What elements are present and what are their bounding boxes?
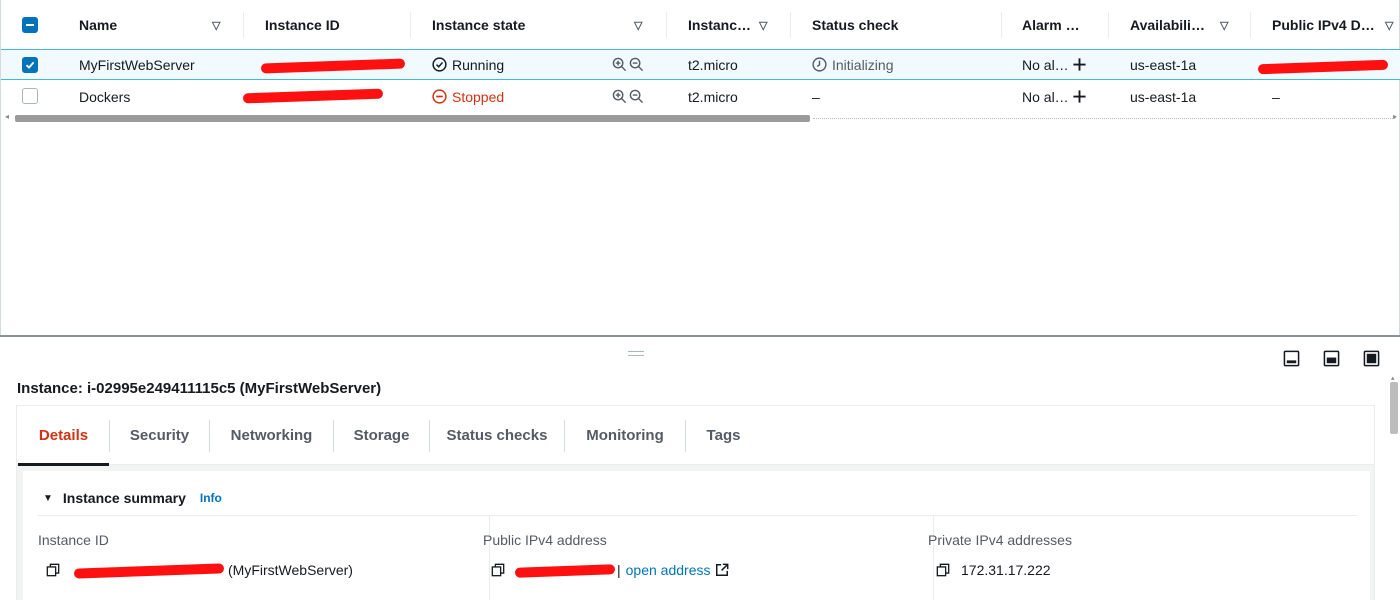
drag-handle[interactable] xyxy=(628,351,644,356)
zoom-out-icon[interactable] xyxy=(629,89,644,104)
instance-id-field: Instance ID (MyFirstWebServer) xyxy=(38,516,468,600)
private-ipv4-field: Private IPv4 addresses 172.31.17.222 xyxy=(928,516,1368,600)
public-dns: – xyxy=(1272,88,1280,105)
plus-icon[interactable] xyxy=(1072,57,1087,72)
availability-zone: us-east-1a xyxy=(1130,88,1197,105)
column-header-status-check[interactable]: Status check xyxy=(791,0,1002,50)
alarm-status: No al… xyxy=(1022,50,1087,79)
tab-status-checks[interactable]: Status checks xyxy=(430,406,564,465)
horizontal-scrollbar[interactable]: ◂ ▸ xyxy=(5,112,1397,122)
scrollbar-thumb[interactable] xyxy=(15,115,810,122)
check-circle-icon xyxy=(432,57,447,72)
zoom-controls[interactable] xyxy=(612,50,644,79)
availability-zone: us-east-1a xyxy=(1130,56,1197,73)
private-ipv4-label: Private IPv4 addresses xyxy=(928,532,1072,548)
redacted-public-ip xyxy=(513,562,617,578)
instance-id-label: Instance ID xyxy=(38,532,109,548)
column-header-instance-state[interactable]: Instance state ▽ xyxy=(411,0,667,50)
copy-icon[interactable] xyxy=(491,563,505,577)
column-header-availability-zone[interactable]: Availabili… ▽ xyxy=(1109,0,1251,50)
sort-caret-icon[interactable]: ▽ xyxy=(1220,19,1228,32)
redaction-mark xyxy=(1257,59,1389,75)
redaction-mark xyxy=(242,88,384,104)
tab-bar: Details Security Networking Storage Stat… xyxy=(17,406,1374,466)
tab-security[interactable]: Security xyxy=(110,406,209,465)
row-checkbox[interactable] xyxy=(22,57,38,73)
vertical-scrollbar[interactable]: ▴ xyxy=(1390,375,1398,600)
alarm-status: No al… xyxy=(1022,81,1087,112)
zoom-in-icon[interactable] xyxy=(612,57,627,72)
copy-icon[interactable] xyxy=(46,563,60,577)
tab-networking[interactable]: Networking xyxy=(210,406,333,465)
status-check: Initializing xyxy=(812,50,893,79)
sort-caret-icon[interactable]: ▽ xyxy=(634,19,642,32)
table-row[interactable]: MyFirstWebServer Running t2.micro Initia… xyxy=(1,49,1400,80)
tab-storage[interactable]: Storage xyxy=(334,406,429,465)
caret-down-icon[interactable]: ▼ xyxy=(43,493,53,504)
private-ipv4-value: 172.31.17.222 xyxy=(936,562,1051,578)
detail-tabs-container: Details Security Networking Storage Stat… xyxy=(16,405,1375,600)
pane-splitter[interactable] xyxy=(0,335,1400,337)
instance-state-running: Running xyxy=(432,50,504,79)
zoom-out-icon[interactable] xyxy=(629,57,644,72)
instance-state-stopped: Stopped xyxy=(432,81,504,112)
external-link-icon[interactable] xyxy=(715,563,729,577)
sort-caret-icon[interactable]: ▽ xyxy=(759,19,767,32)
select-all-checkbox[interactable] xyxy=(22,17,38,33)
instance-summary-header[interactable]: ▼ Instance summary Info xyxy=(43,490,222,506)
column-header-name[interactable]: Name ▽ xyxy=(59,0,244,50)
column-header-alarm[interactable]: Alarm … xyxy=(1002,0,1109,50)
zoom-in-icon[interactable] xyxy=(612,89,627,104)
instances-table: Name ▽ Instance ID Instance state ▽ Inst… xyxy=(0,0,1400,335)
tab-monitoring[interactable]: Monitoring xyxy=(565,406,685,465)
public-ipv4-field: Public IPv4 address | open address xyxy=(483,516,923,600)
panel-layout-icon[interactable] xyxy=(1282,349,1300,367)
scroll-up-icon[interactable]: ▴ xyxy=(1391,374,1395,382)
table-header: Name ▽ Instance ID Instance state ▽ Inst… xyxy=(1,0,1400,50)
redaction-mark xyxy=(514,564,616,578)
redaction-mark xyxy=(260,58,406,74)
sort-caret-icon[interactable]: ▽ xyxy=(1385,19,1393,32)
column-header-public-ipv4-dns[interactable]: Public IPv4 D… ▽ xyxy=(1251,0,1400,50)
minus-circle-icon xyxy=(432,89,447,104)
public-ipv4-value: | open address xyxy=(491,562,729,578)
panel-layout-icon[interactable] xyxy=(1362,349,1380,367)
zoom-controls[interactable] xyxy=(612,81,644,112)
plus-icon[interactable] xyxy=(1072,89,1087,104)
instance-name: MyFirstWebServer xyxy=(79,56,195,73)
panel-layout-icon[interactable] xyxy=(1322,349,1340,367)
clock-icon xyxy=(812,57,827,72)
scrollbar-thumb[interactable] xyxy=(1390,382,1398,434)
column-header-instance-id[interactable]: Instance ID xyxy=(244,0,411,50)
instance-type: t2.micro xyxy=(688,56,738,73)
redaction-mark xyxy=(73,563,225,579)
column-header-instance-type[interactable]: Instanc… ▽ xyxy=(667,0,791,50)
sort-caret-icon[interactable]: ▽ xyxy=(212,19,220,32)
instance-type: t2.micro xyxy=(688,88,738,105)
instance-name: Dockers xyxy=(79,88,131,105)
scroll-right-icon[interactable]: ▸ xyxy=(1393,112,1397,121)
open-address-link[interactable]: open address xyxy=(626,562,711,578)
public-ipv4-label: Public IPv4 address xyxy=(483,532,607,548)
row-checkbox[interactable] xyxy=(22,88,38,104)
tab-tags[interactable]: Tags xyxy=(686,406,761,465)
pane-layout-controls xyxy=(1282,349,1380,367)
info-link[interactable]: Info xyxy=(200,491,222,505)
status-check: – xyxy=(812,88,820,105)
detail-pane-title: Instance: i-02995e249411115c5 (MyFirstWe… xyxy=(17,380,382,397)
instance-summary: ▼ Instance summary Info Instance ID (MyF… xyxy=(23,471,1370,600)
scroll-left-icon[interactable]: ◂ xyxy=(5,112,9,121)
copy-icon[interactable] xyxy=(936,563,950,577)
redacted-instance-id xyxy=(68,562,228,579)
instance-id-value: (MyFirstWebServer) xyxy=(46,562,353,579)
table-row[interactable]: Dockers Stopped t2.micro – No al… us-eas… xyxy=(1,81,1400,112)
tab-details[interactable]: Details xyxy=(18,406,109,466)
